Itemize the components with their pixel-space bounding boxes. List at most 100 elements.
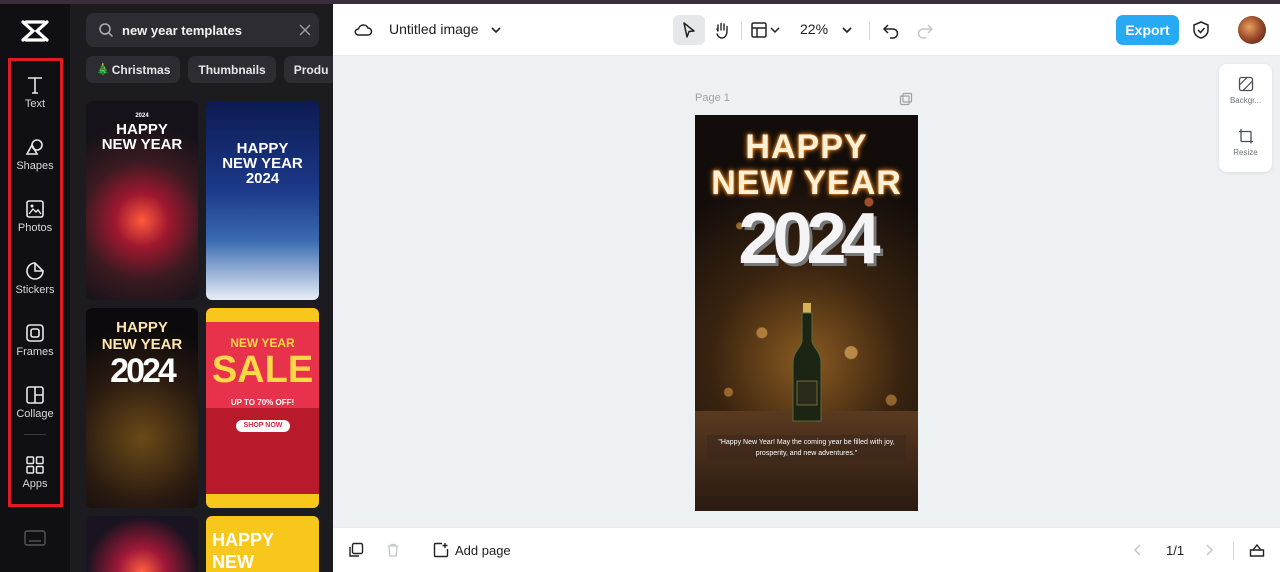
canvas-area: Page 1 HAPPY NEW YEAR 2024 "Happy New Ye… <box>333 56 1280 527</box>
rail-item-label: Stickers <box>15 284 55 296</box>
template-text: 2024 <box>135 113 149 119</box>
chip-christmas[interactable]: 🎄 Christmas <box>86 56 181 83</box>
app-window: Text Shapes Photos Stickers Frames Colla… <box>0 0 1280 572</box>
collage-icon <box>26 386 44 404</box>
zoom-level[interactable]: 22% <box>800 21 828 37</box>
template-thumbnail[interactable]: NEW YEAR SALE UP TO 70% OFF! SHOP NOW <box>206 308 319 508</box>
rail-item-label: Text <box>24 98 46 110</box>
export-button[interactable]: Export <box>1116 15 1179 45</box>
template-text: 2024 <box>245 170 280 187</box>
layout-icon[interactable] <box>749 20 769 40</box>
christmas-tree-icon: 🎄 <box>96 64 110 76</box>
add-page-button[interactable]: Add page <box>433 540 511 560</box>
template-text: NEW YEAR <box>101 336 183 353</box>
chip-thumbnails[interactable]: Thumbnails <box>188 56 276 83</box>
toolbar-divider <box>741 22 742 40</box>
duplicate-icon[interactable] <box>348 542 364 558</box>
page-label: Page 1 <box>695 92 730 104</box>
chip-label: Thumbnails <box>198 62 266 77</box>
trash-icon[interactable] <box>385 542 401 558</box>
rail-item-shapes[interactable]: Shapes <box>0 132 70 188</box>
rail-item-label: Photos <box>17 222 53 234</box>
redo-icon[interactable] <box>915 20 935 40</box>
photos-icon <box>26 200 44 218</box>
wooden-table <box>695 411 918 511</box>
toolbar-divider <box>869 22 870 40</box>
undo-icon[interactable] <box>881 20 901 40</box>
template-search-bar <box>86 13 319 47</box>
shapes-icon <box>25 139 43 155</box>
capcut-logo-icon[interactable] <box>20 18 50 44</box>
champagne-bottle-icon <box>792 303 822 422</box>
cursor-select-icon[interactable] <box>679 20 699 40</box>
chevron-down-icon[interactable] <box>840 20 854 40</box>
chevron-left-icon[interactable] <box>1130 542 1146 558</box>
template-search-input[interactable] <box>122 22 292 38</box>
add-page-label: Add page <box>455 542 511 558</box>
template-decoration <box>206 308 319 322</box>
chip-products[interactable]: Produ <box>283 56 333 83</box>
template-thumbnail[interactable] <box>86 516 198 572</box>
template-thumbnail[interactable]: HAPPY NEW YEAR 2024 <box>206 101 319 300</box>
resize-button[interactable]: Resize <box>1219 124 1272 172</box>
rail-item-label: Shapes <box>16 160 54 172</box>
top-bar: Untitled image 22% Export <box>333 4 1280 56</box>
template-text: 2024 <box>110 352 177 390</box>
chevron-right-icon[interactable] <box>1201 542 1217 558</box>
template-text: UP TO 70% OFF! <box>230 398 295 407</box>
rail-item-text[interactable]: Text <box>0 70 70 126</box>
side-panel-label: Resize <box>1233 148 1258 157</box>
search-icon <box>99 23 114 38</box>
rail-item-label: Frames <box>16 346 54 358</box>
rail-item-label: Apps <box>22 478 48 490</box>
template-text: SALE <box>211 349 314 391</box>
rail-item-apps[interactable]: Apps <box>0 450 70 506</box>
text-icon <box>28 77 42 94</box>
chevron-down-icon[interactable] <box>769 20 781 40</box>
bottom-bar: Add page 1/1 <box>333 527 1280 572</box>
clear-search-icon[interactable] <box>298 23 312 37</box>
canvas-side-panel: Backgr... Resize <box>1219 64 1272 172</box>
resize-icon <box>1238 129 1253 144</box>
background-icon <box>1238 76 1253 92</box>
category-chips: 🎄 Christmas Thumbnails Produ <box>86 56 333 84</box>
shield-check-icon[interactable] <box>1191 20 1211 40</box>
rail-item-photos[interactable]: Photos <box>0 194 70 250</box>
template-thumbnail[interactable]: HAPPY NEW YEAR 2024 <box>86 308 198 508</box>
template-text: NEW YEAR <box>101 136 183 153</box>
document-title[interactable]: Untitled image <box>389 21 479 37</box>
template-text: NEW YEAR <box>222 155 303 172</box>
design-artboard[interactable]: HAPPY NEW YEAR 2024 "Happy New Year! May… <box>695 115 918 511</box>
chevron-down-icon[interactable] <box>489 23 503 37</box>
template-text: SHOP NOW <box>236 420 290 432</box>
rail-item-frames[interactable]: Frames <box>0 318 70 374</box>
expand-panel-icon[interactable] <box>1249 542 1265 558</box>
duplicate-page-icon[interactable] <box>899 92 913 106</box>
keyboard-icon[interactable] <box>24 530 46 546</box>
template-text: HAPPY <box>116 121 168 138</box>
template-text: NEW <box>212 552 254 572</box>
frames-icon <box>26 324 44 342</box>
side-panel-label: Backgr... <box>1229 96 1262 105</box>
cloud-save-icon[interactable] <box>353 20 373 40</box>
template-text: HAPPY <box>116 319 168 336</box>
artboard-title-line2: NEW YEAR <box>711 164 902 202</box>
artboard-year: 2024 <box>738 199 880 279</box>
template-text: NEW YEAR <box>230 336 295 350</box>
rail-divider <box>24 434 46 435</box>
chip-label: Christmas <box>111 62 171 77</box>
template-thumbnail[interactable]: 2024 HAPPY NEW YEAR <box>86 101 198 300</box>
background-button[interactable]: Backgr... <box>1219 72 1272 120</box>
add-page-icon <box>433 542 449 558</box>
template-thumbnail[interactable]: HAPPY NEW <box>206 516 319 572</box>
rail-item-label: Collage <box>16 408 54 420</box>
chip-label: Produ <box>293 62 329 77</box>
templates-panel: 🎄Christmas Thumbnails Produ 2024 HAPPY N… <box>70 4 333 572</box>
stickers-icon <box>26 262 44 280</box>
rail-item-collage[interactable]: Collage <box>0 380 70 436</box>
rail-item-stickers[interactable]: Stickers <box>0 256 70 312</box>
hand-pan-icon[interactable] <box>712 20 732 40</box>
artboard-title-line1: HAPPY <box>745 128 868 166</box>
user-avatar[interactable] <box>1238 16 1266 44</box>
toolbar-divider <box>1233 542 1234 560</box>
